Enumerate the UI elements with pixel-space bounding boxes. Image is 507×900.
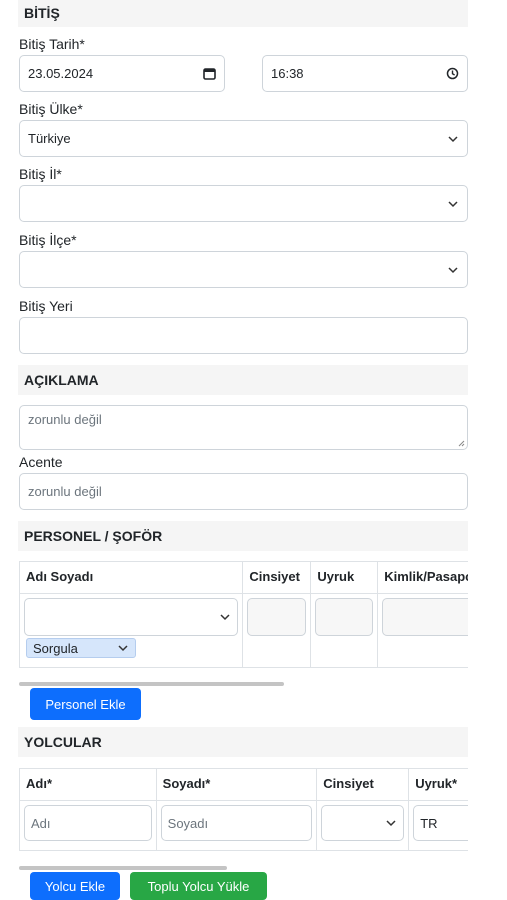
personel-kimlik-input[interactable] <box>382 598 468 636</box>
yolcu-soyadi-input[interactable]: Soyadı <box>160 805 313 841</box>
table-row: Sorgula <box>19 593 468 668</box>
sorgula-select[interactable]: Sorgula <box>26 638 136 658</box>
yolcular-table: Adı* Soyadı* Cinsiyet Uyruk* Adı Soyadı <box>19 768 468 851</box>
bitis-time-input[interactable]: 16:38 <box>262 55 468 92</box>
bitis-tarih-label: Bitiş Tarih* <box>19 36 85 52</box>
chevron-down-icon <box>448 200 458 207</box>
resize-handle-icon[interactable] <box>458 440 465 447</box>
chevron-down-icon <box>118 645 128 652</box>
chevron-down-icon <box>220 614 230 621</box>
personel-section-title: PERSONEL / ŞOFÖR <box>24 528 163 544</box>
col-adi-soyadi: Adı Soyadı <box>19 561 244 594</box>
bitis-date-value: 23.05.2024 <box>28 66 94 81</box>
yolcu-adi-cell: Adı <box>19 800 157 851</box>
bitis-il-label: Bitiş İl* <box>19 166 62 182</box>
personel-kimlik-cell <box>377 593 468 668</box>
yolcular-table-header-row: Adı* Soyadı* Cinsiyet Uyruk* <box>19 768 468 801</box>
yolcu-soyadi-cell: Soyadı <box>155 800 318 851</box>
bitis-time-value: 16:38 <box>271 66 304 81</box>
bitis-ulke-value: Türkiye <box>28 131 71 146</box>
acente-input[interactable]: zorunlu değil <box>19 473 468 510</box>
acente-label: Acente <box>19 454 63 470</box>
yolcular-section-header: YOLCULAR <box>18 727 468 757</box>
yolcu-soyadi-placeholder: Soyadı <box>167 815 209 831</box>
personel-cinsiyet-input[interactable] <box>247 598 307 636</box>
col-soyadi: Soyadı* <box>155 768 318 801</box>
chevron-down-icon <box>448 266 458 273</box>
chevron-down-icon <box>386 820 396 827</box>
bitis-ulke-select[interactable]: Türkiye <box>19 120 468 157</box>
aciklama-textarea[interactable]: zorunlu değil <box>19 405 468 450</box>
personel-table: Adı Soyadı Cinsiyet Uyruk Kimlik/Pasapor… <box>19 561 468 668</box>
bitis-section-title: BİTİŞ <box>24 5 60 21</box>
aciklama-placeholder: zorunlu değil <box>28 412 102 427</box>
personel-uyruk-input[interactable] <box>315 598 374 636</box>
clock-icon[interactable] <box>446 67 459 80</box>
personel-table-wrapper[interactable]: Adı Soyadı Cinsiyet Uyruk Kimlik/Pasapor… <box>19 561 468 668</box>
yolcu-adi-input[interactable]: Adı <box>24 805 152 841</box>
sorgula-value: Sorgula <box>33 640 78 656</box>
bitis-date-input[interactable]: 23.05.2024 <box>19 55 225 92</box>
col-adi: Adı* <box>19 768 157 801</box>
bitis-yeri-input[interactable] <box>19 317 468 354</box>
yolcu-ekle-button[interactable]: Yolcu Ekle <box>30 872 120 900</box>
yolcu-adi-placeholder: Adı <box>31 815 51 831</box>
yolcu-cinsiyet-select[interactable] <box>321 805 405 841</box>
calendar-icon[interactable] <box>203 67 216 80</box>
personel-uyruk-cell <box>310 593 379 668</box>
aciklama-section-header: AÇIKLAMA <box>18 365 468 395</box>
col-uyruk: Uyruk <box>310 561 379 594</box>
aciklama-section-title: AÇIKLAMA <box>24 372 99 388</box>
yolcu-uyruk-cell: TR <box>408 800 468 851</box>
personel-ekle-button[interactable]: Personel Ekle <box>30 688 141 720</box>
bitis-ilce-select[interactable] <box>19 251 468 288</box>
yolcular-table-scrollbar[interactable] <box>19 866 227 870</box>
bitis-ilce-label: Bitiş İlçe* <box>19 232 77 248</box>
col-cinsiyet: Cinsiyet <box>316 768 410 801</box>
yolcular-table-wrapper[interactable]: Adı* Soyadı* Cinsiyet Uyruk* Adı Soyadı <box>19 768 468 852</box>
personel-name-select[interactable] <box>24 598 239 636</box>
yolcular-section-title: YOLCULAR <box>24 734 102 750</box>
yolcu-uyruk-input[interactable]: TR <box>413 805 468 841</box>
personel-table-scrollbar[interactable] <box>19 682 284 686</box>
bitis-ulke-label: Bitiş Ülke* <box>19 101 83 117</box>
col-kimlik-pasaport: Kimlik/Pasaport <box>377 561 468 594</box>
col-uyruk: Uyruk* <box>408 768 468 801</box>
yolcu-uyruk-value: TR <box>420 815 438 831</box>
toplu-yolcu-yukle-button[interactable]: Toplu Yolcu Yükle <box>130 872 267 900</box>
personel-cinsiyet-cell <box>242 593 312 668</box>
personel-section-header: PERSONEL / ŞOFÖR <box>18 521 468 551</box>
yolcu-cinsiyet-cell <box>316 800 410 851</box>
bitis-yeri-label: Bitiş Yeri <box>19 298 73 314</box>
acente-placeholder: zorunlu değil <box>28 484 102 499</box>
personel-name-cell: Sorgula <box>19 593 244 668</box>
bitis-il-select[interactable] <box>19 185 468 222</box>
bitis-section-header: BİTİŞ <box>18 0 468 27</box>
personel-table-header-row: Adı Soyadı Cinsiyet Uyruk Kimlik/Pasapor… <box>19 561 468 594</box>
col-cinsiyet: Cinsiyet <box>242 561 312 594</box>
chevron-down-icon <box>448 135 458 142</box>
table-row: Adı Soyadı TR <box>19 800 468 851</box>
